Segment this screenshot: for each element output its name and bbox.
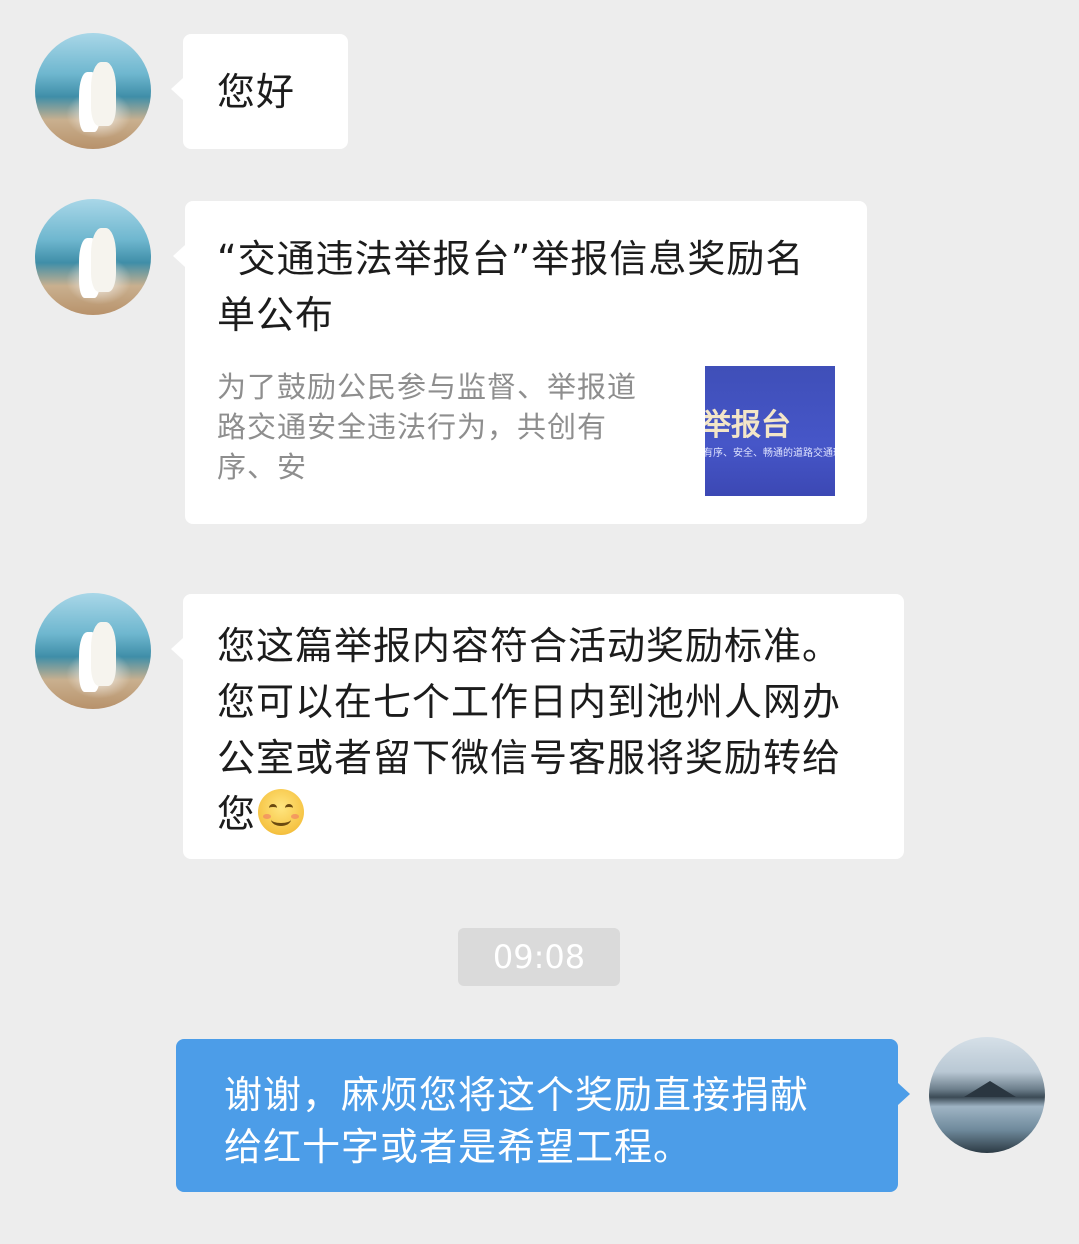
contact-avatar[interactable] bbox=[35, 33, 151, 149]
message-text-content: 您这篇举报内容符合活动奖励标准。您可以在七个工作日内到池州人网办公室或者留下微信… bbox=[217, 624, 842, 836]
thumbnail-title: 举报台 bbox=[705, 408, 791, 443]
my-avatar[interactable] bbox=[929, 1037, 1045, 1153]
contact-avatar[interactable] bbox=[35, 593, 151, 709]
link-thumbnail: 举报台 有序、安全、畅通的道路交通环 bbox=[705, 366, 835, 496]
message-text: 谢谢，麻烦您将这个奖励直接捐献给红十字或者是希望工程。 bbox=[224, 1073, 810, 1169]
contact-avatar[interactable] bbox=[35, 199, 151, 315]
thumbnail-subtitle: 有序、安全、畅通的道路交通环 bbox=[705, 448, 835, 459]
link-description: 为了鼓励公民参与监督、举报道路交通安全违法行为，共创有序、安 bbox=[217, 370, 638, 484]
smile-emoji-icon bbox=[258, 789, 305, 835]
incoming-message-bubble[interactable]: 您这篇举报内容符合活动奖励标准。您可以在七个工作日内到池州人网办公室或者留下微信… bbox=[171, 594, 904, 859]
outgoing-message-bubble[interactable]: 谢谢，麻烦您将这个奖励直接捐献给红十字或者是希望工程。 bbox=[176, 1039, 910, 1192]
incoming-message-bubble[interactable]: 您好 bbox=[171, 34, 348, 149]
message-text: 您好 bbox=[217, 70, 296, 114]
link-title: “交通违法举报台”举报信息奖励名单公布 bbox=[217, 237, 805, 337]
link-card[interactable]: “交通违法举报台”举报信息奖励名单公布 为了鼓励公民参与监督、举报道路交通安全违… bbox=[173, 201, 867, 524]
timestamp-badge: 09:08 bbox=[458, 928, 620, 986]
message-text: 您这篇举报内容符合活动奖励标准。您可以在七个工作日内到池州人网办公室或者留下微信… bbox=[217, 618, 844, 842]
